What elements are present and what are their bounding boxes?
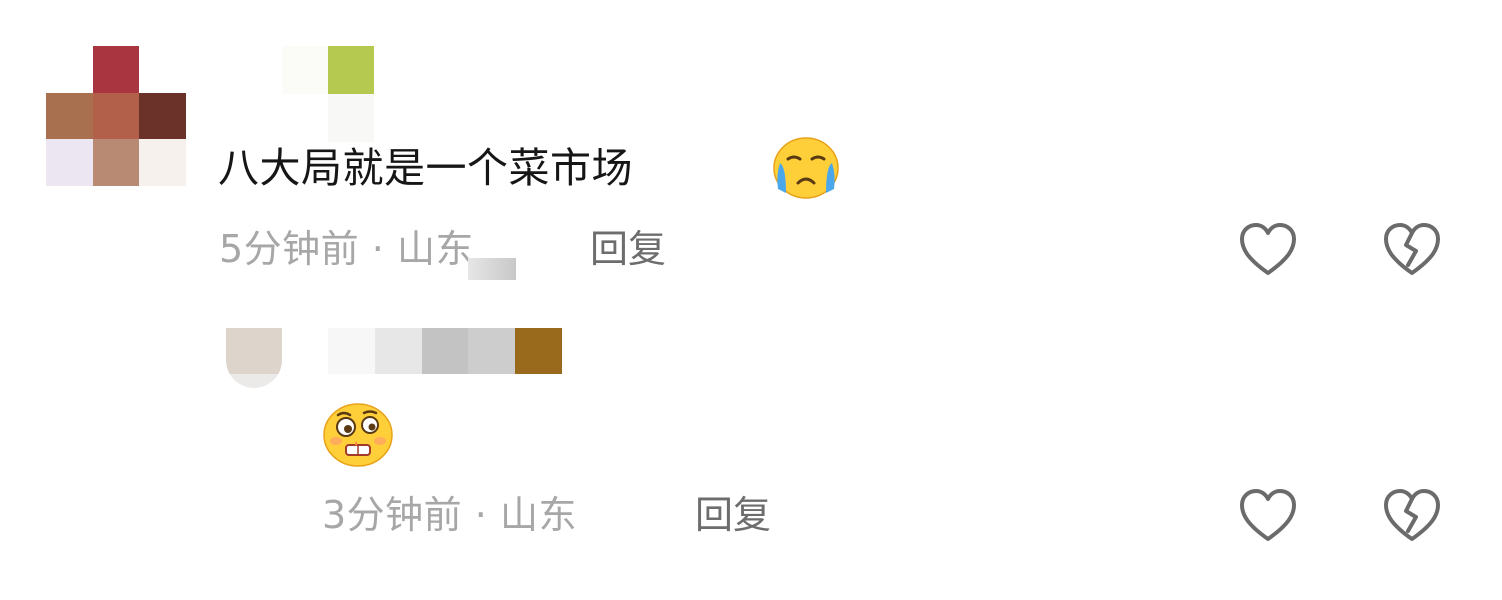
comment-time: 3分钟前 [322,493,463,537]
heart-outline-icon [1240,223,1296,275]
meta-separator: · [474,493,488,537]
dislike-button[interactable] [1382,487,1442,543]
avatar[interactable] [226,328,282,388]
broken-heart-icon [1384,223,1440,275]
comment-meta: 3分钟前 · 山东 [322,493,577,537]
username[interactable] [282,46,374,142]
comment-text: 八大局就是一个菜市场 [218,144,633,192]
heart-outline-icon [1240,489,1296,541]
comment-location: 山东 [396,227,474,271]
reply-button[interactable]: 回复 [590,227,666,271]
comment-time: 5分钟前 [219,227,360,271]
comment-meta: 5分钟前 · 山东 [219,227,474,271]
dislike-button[interactable] [1382,221,1442,277]
comment-location: 山东 [499,493,577,537]
avatar[interactable] [46,46,186,186]
location-smudge [468,258,516,280]
broken-heart-icon [1384,489,1440,541]
crying-face-emoji [772,137,840,199]
like-button[interactable] [1238,221,1298,277]
reply-button[interactable]: 回复 [695,493,771,537]
username[interactable] [328,328,562,374]
meta-separator: · [371,227,385,271]
like-button[interactable] [1238,487,1298,543]
pleading-drool-face-emoji [322,403,394,467]
